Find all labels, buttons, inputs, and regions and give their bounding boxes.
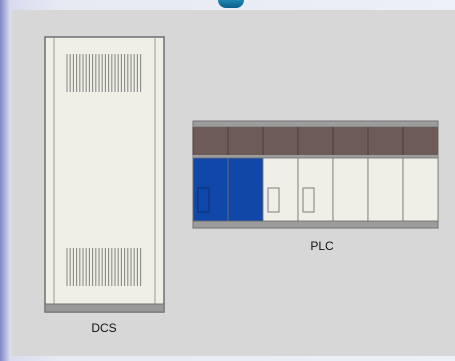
cabinet-base xyxy=(44,303,165,313)
rack-top-band xyxy=(193,127,438,155)
plc-module xyxy=(332,157,369,222)
diagram-canvas: DCS PLC xyxy=(12,10,455,356)
dcs-cabinet-icon xyxy=(44,36,165,313)
plc-module-active xyxy=(227,157,264,222)
top-accent-decoration xyxy=(218,0,244,8)
cabinet-body xyxy=(44,36,165,313)
plc-label: PLC xyxy=(310,239,334,253)
rack-rail-mid xyxy=(193,155,438,158)
rack-rail-bottom xyxy=(192,220,439,229)
dcs-label: DCS xyxy=(91,321,116,335)
rack-rail-top xyxy=(192,120,439,128)
plc-module xyxy=(367,157,404,222)
plc-module xyxy=(402,157,439,222)
equipment-diagram: DCS PLC xyxy=(44,36,439,335)
plc-rack-icon xyxy=(192,120,439,229)
